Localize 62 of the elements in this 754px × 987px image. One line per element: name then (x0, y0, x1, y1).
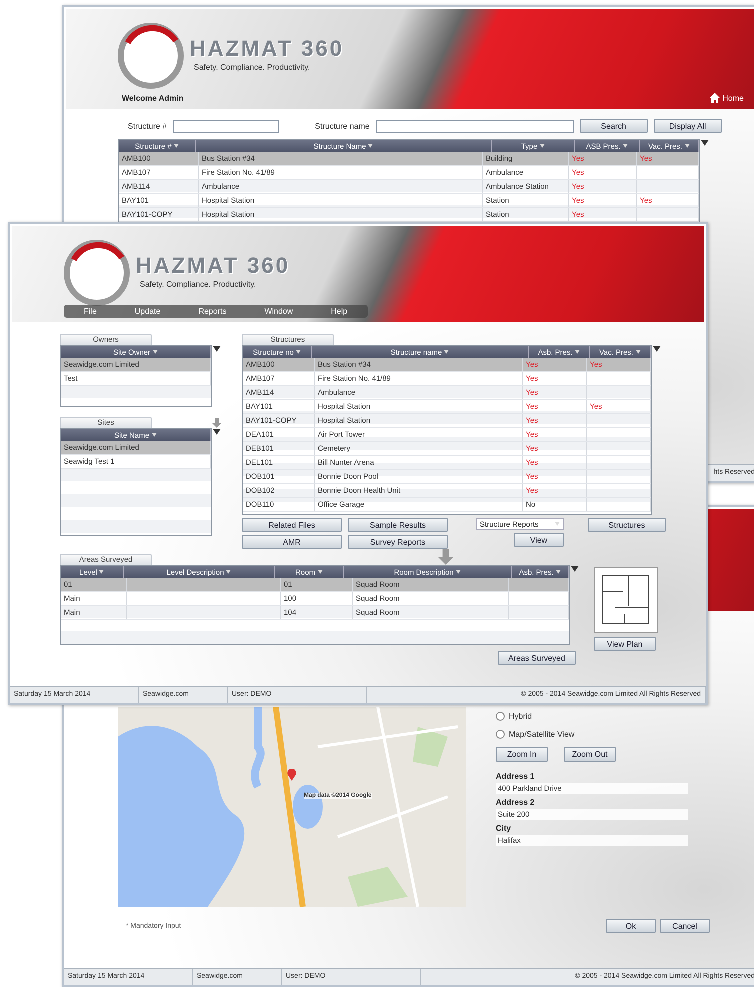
chevron-icon[interactable] (213, 346, 221, 352)
user-name: Welcome Admin (122, 94, 184, 103)
menu-item[interactable]: Reports (198, 307, 227, 316)
tagline: Safety. Compliance. Productivity. (140, 280, 256, 289)
caret-icon (296, 350, 301, 354)
radio-option[interactable]: Hybrid (496, 707, 688, 725)
caret-icon (556, 570, 561, 574)
home-link[interactable]: Home (710, 93, 744, 103)
chevron-icon[interactable] (701, 140, 709, 146)
caret-icon (456, 570, 461, 574)
menu-item[interactable]: File (84, 307, 97, 316)
tagline: Safety. Compliance. Productivity. (194, 63, 310, 72)
menu-item[interactable]: Window (264, 307, 294, 316)
caret-icon (99, 570, 104, 574)
caret-icon (174, 144, 179, 148)
menu-item[interactable]: Help (331, 307, 348, 316)
zoom-button[interactable]: Zoom Out (564, 747, 616, 762)
down-arrow-icon (212, 418, 222, 428)
chevron-icon[interactable] (653, 346, 661, 352)
logo-text: HAZMAT 360 (136, 254, 290, 278)
structures-button[interactable]: Structures (588, 518, 666, 532)
action-button[interactable]: AMR (242, 535, 342, 549)
caret-icon (555, 522, 560, 526)
home-icon (710, 93, 720, 103)
zoom-button[interactable]: Zoom In (496, 747, 548, 762)
down-arrow-icon (438, 549, 454, 565)
input-field[interactable] (376, 120, 574, 132)
radio-option[interactable]: Map/Satellite View (496, 725, 688, 743)
chevron-icon[interactable] (213, 429, 221, 435)
caret-icon (368, 144, 374, 148)
caret-icon (318, 570, 322, 574)
caret-icon (226, 570, 232, 574)
ring-logo-icon (116, 21, 186, 91)
logo-text: HAZMAT 360 (190, 37, 344, 61)
caret-icon (152, 433, 156, 437)
search-button[interactable]: Search (580, 119, 648, 133)
field-label: Structure name (315, 122, 370, 130)
caret-icon (444, 350, 450, 354)
action-button[interactable]: Sample Results (348, 518, 448, 532)
input-field[interactable] (173, 120, 280, 132)
action-button[interactable]: Related Files (242, 518, 342, 532)
field-label: Address 1 (496, 772, 536, 781)
caret-icon (540, 144, 545, 148)
view-plan-button[interactable]: View Plan (594, 637, 656, 651)
dialog-button[interactable]: Ok (606, 919, 656, 933)
field-label: Structure # (128, 122, 168, 130)
areas-surveyed-button[interactable]: Areas Surveyed (498, 651, 576, 665)
caret-icon (622, 144, 628, 148)
ring-logo-icon (62, 238, 132, 308)
display-all-button[interactable]: Display All (654, 119, 722, 133)
chevron-icon[interactable] (571, 566, 579, 572)
caret-icon (636, 350, 641, 354)
floor-plan-thumbnail[interactable] (594, 567, 658, 633)
field-label: City (496, 824, 512, 833)
field-label: Address 2 (496, 798, 536, 807)
action-button[interactable]: Survey Reports (348, 535, 448, 549)
caret-icon (152, 350, 158, 354)
dialog-button[interactable]: Cancel (660, 919, 710, 933)
caret-icon (574, 350, 580, 354)
caret-icon (684, 144, 690, 148)
menu-item[interactable]: Update (134, 307, 161, 316)
view-button[interactable]: View (514, 533, 564, 547)
